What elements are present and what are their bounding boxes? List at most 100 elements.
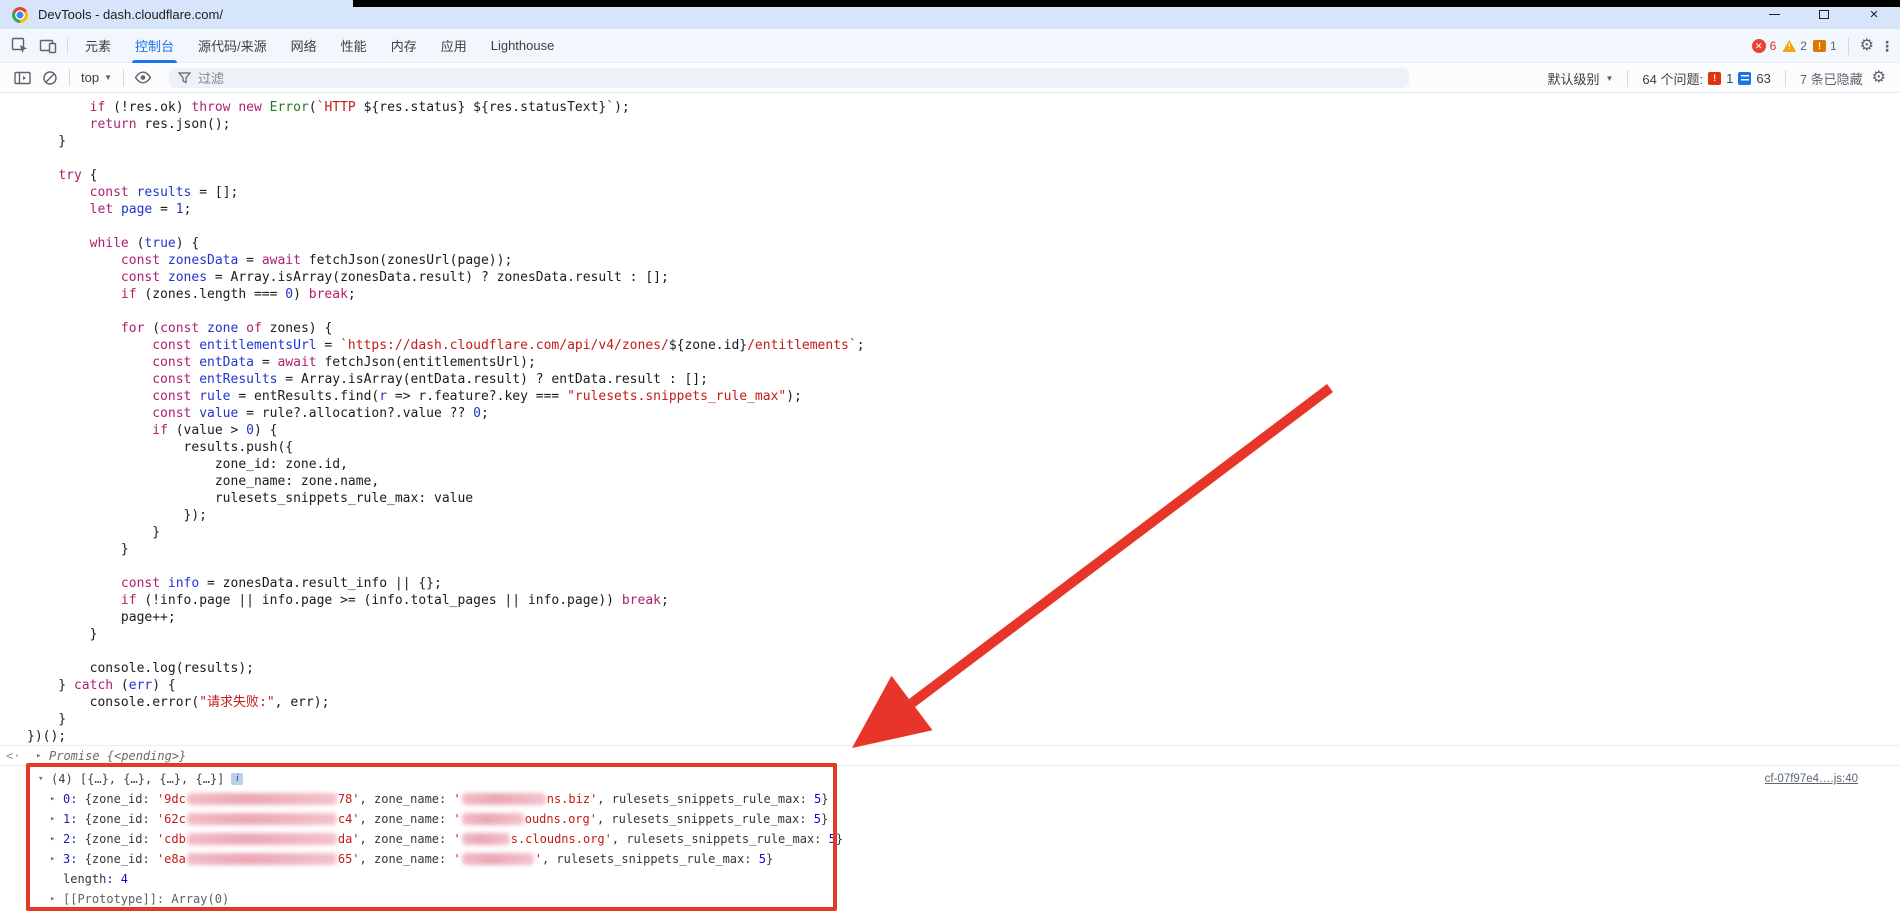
array-item-row[interactable]: 2: {zone_id: 'cdbda', zone_name: 's.clou… — [0, 829, 1900, 849]
settings-gear-icon[interactable]: ⚙ — [1860, 38, 1874, 54]
redaction-mask — [462, 813, 524, 825]
tab-sources[interactable]: 源代码/来源 — [186, 29, 279, 63]
divider — [69, 69, 70, 86]
array-item-row[interactable]: 3: {zone_id: 'e8a65', zone_name: '', rul… — [0, 849, 1900, 869]
code-line: const entitlementsUrl = `https://dash.cl… — [27, 337, 1900, 354]
chevron-down-icon: ▼ — [1606, 74, 1614, 83]
clear-console-button[interactable] — [36, 65, 64, 91]
issue-count: 1 — [1830, 39, 1837, 53]
tab-application[interactable]: 应用 — [429, 29, 479, 63]
code-line: const zones = Array.isArray(zonesData.re… — [27, 269, 1900, 286]
filter-funnel-icon — [178, 72, 191, 84]
redaction-mask — [462, 793, 546, 805]
length-value: : 4 — [106, 872, 128, 886]
issues-summary-label: 64 个问题: — [1642, 69, 1703, 88]
context-label: top — [81, 70, 99, 85]
close-button[interactable]: × — [1866, 7, 1882, 23]
expand-triangle-icon — [50, 854, 63, 864]
live-expression-button[interactable] — [129, 65, 157, 91]
evaluated-info-icon[interactable]: i — [231, 773, 243, 785]
console-settings-gear-icon[interactable]: ⚙ — [1872, 70, 1886, 86]
more-options-icon[interactable]: ⋮ — [1880, 38, 1894, 55]
device-toolbar-button[interactable] — [34, 33, 62, 59]
array-preview-text: (4) [{…}, {…}, {…}, {…}] — [51, 772, 224, 786]
code-line: const info = zonesData.result_info || {}… — [27, 575, 1900, 592]
code-line: zone_id: zone.id, — [27, 456, 1900, 473]
issue-icon: ! — [1813, 40, 1826, 52]
code-line: zone_name: zone.name, — [27, 473, 1900, 490]
console-toolbar-right: 默认级别 ▼ 64 个问题: ! 1 63 7 条已隐藏 ⚙ — [1547, 63, 1886, 93]
console-warnings-badge[interactable]: ! 2 — [1782, 39, 1807, 53]
array-preview-line[interactable]: (4) [{…}, {…}, {…}, {…}] i — [0, 769, 1900, 789]
breaking-issues-icon: ! — [1708, 72, 1721, 85]
expand-triangle-icon[interactable] — [36, 751, 49, 761]
issues-summary[interactable]: 64 个问题: ! 1 63 — [1642, 69, 1770, 88]
code-line: const results = []; — [27, 184, 1900, 201]
expand-triangle-icon — [50, 794, 63, 804]
code-line: console.error("请求失败:", err); — [27, 694, 1900, 711]
devtools-window: DevTools - dash.cloudflare.com/ × 元素控制台源… — [0, 0, 1900, 915]
issues-badge[interactable]: ! 1 — [1813, 39, 1837, 53]
code-line: if (!res.ok) throw new Error(`HTTP ${res… — [27, 99, 1900, 116]
redaction-mask — [187, 793, 337, 805]
tabbar-right: ✕ 6 ! 2 ! 1 ⚙ ⋮ — [1752, 29, 1894, 63]
console-errors-badge[interactable]: ✕ 6 — [1752, 39, 1777, 53]
chrome-logo-icon — [12, 7, 28, 23]
code-line — [27, 558, 1900, 575]
tab-network[interactable]: 网络 — [279, 29, 329, 63]
prototype-text: [[Prototype]]: Array(0) — [63, 892, 229, 906]
length-key: length — [63, 872, 106, 886]
code-line — [27, 303, 1900, 320]
code-line: results.push({ — [27, 439, 1900, 456]
redaction-mask — [462, 833, 510, 845]
eye-icon — [134, 71, 152, 84]
warning-icon: ! — [1782, 40, 1796, 52]
redaction-mask — [462, 853, 534, 865]
tab-performance[interactable]: 性能 — [329, 29, 379, 63]
javascript-context-dropdown[interactable]: top ▼ — [75, 70, 118, 85]
console-filter-input[interactable]: 过滤 — [169, 68, 1409, 88]
code-line: page++; — [27, 609, 1900, 626]
maximize-button[interactable] — [1816, 7, 1832, 23]
console-sidebar-toggle-button[interactable] — [8, 65, 36, 91]
log-level-dropdown[interactable]: 默认级别 ▼ — [1547, 69, 1613, 88]
code-line: } — [27, 524, 1900, 541]
redaction-mask — [187, 853, 337, 865]
console-result-block: (4) [{…}, {…}, {…}, {…}] i 0: {zone_id: … — [0, 766, 1900, 909]
code-line: const entData = await fetchJson(entitlem… — [27, 354, 1900, 371]
source-location-link[interactable]: cf-07f97e4….js:40 — [1765, 773, 1858, 785]
tab-elements[interactable]: 元素 — [73, 29, 123, 63]
code-line — [27, 643, 1900, 660]
minimize-icon — [1769, 14, 1780, 15]
redaction-mask — [187, 813, 337, 825]
code-line: return res.json(); — [27, 116, 1900, 133]
code-line: }); — [27, 507, 1900, 524]
code-line: let page = 1; — [27, 201, 1900, 218]
minimize-button[interactable] — [1766, 7, 1782, 23]
code-line: const rule = entResults.find(r => r.feat… — [27, 388, 1900, 405]
code-line: if (zones.length === 0) break; — [27, 286, 1900, 303]
breaking-issues-count: 1 — [1726, 71, 1733, 86]
log-level-label: 默认级别 — [1547, 69, 1599, 88]
error-count: 6 — [1770, 39, 1777, 53]
divider — [1785, 70, 1786, 87]
collapse-triangle-icon[interactable] — [38, 774, 51, 784]
tab-memory[interactable]: 内存 — [379, 29, 429, 63]
code-line: const entResults = Array.isArray(entData… — [27, 371, 1900, 388]
device-toolbar-icon — [39, 37, 57, 55]
array-item-row[interactable]: 1: {zone_id: '62cc4', zone_name: 'oudns.… — [0, 809, 1900, 829]
code-line: } catch (err) { — [27, 677, 1900, 694]
code-line: const zonesData = await fetchJson(zonesU… — [27, 252, 1900, 269]
code-line: if (value > 0) { — [27, 422, 1900, 439]
tab-console[interactable]: 控制台 — [123, 29, 186, 63]
error-icon: ✕ — [1752, 39, 1766, 53]
array-item-row[interactable]: 0: {zone_id: '9dc78', zone_name: 'ns.biz… — [0, 789, 1900, 809]
console-toolbar: top ▼ 过滤 默认级别 ▼ 64 个问题: ! 1 63 7 条 — [0, 63, 1900, 93]
divider — [123, 69, 124, 86]
code-line: })(); — [27, 728, 1900, 745]
result-rows: 0: {zone_id: '9dc78', zone_name: 'ns.biz… — [0, 789, 1900, 869]
prototype-line[interactable]: [[Prototype]]: Array(0) — [0, 889, 1900, 909]
inspect-element-button[interactable] — [6, 33, 34, 59]
console-output-area: if (!res.ok) throw new Error(`HTTP ${res… — [0, 93, 1900, 915]
tab-lighthouse[interactable]: Lighthouse — [479, 29, 567, 63]
